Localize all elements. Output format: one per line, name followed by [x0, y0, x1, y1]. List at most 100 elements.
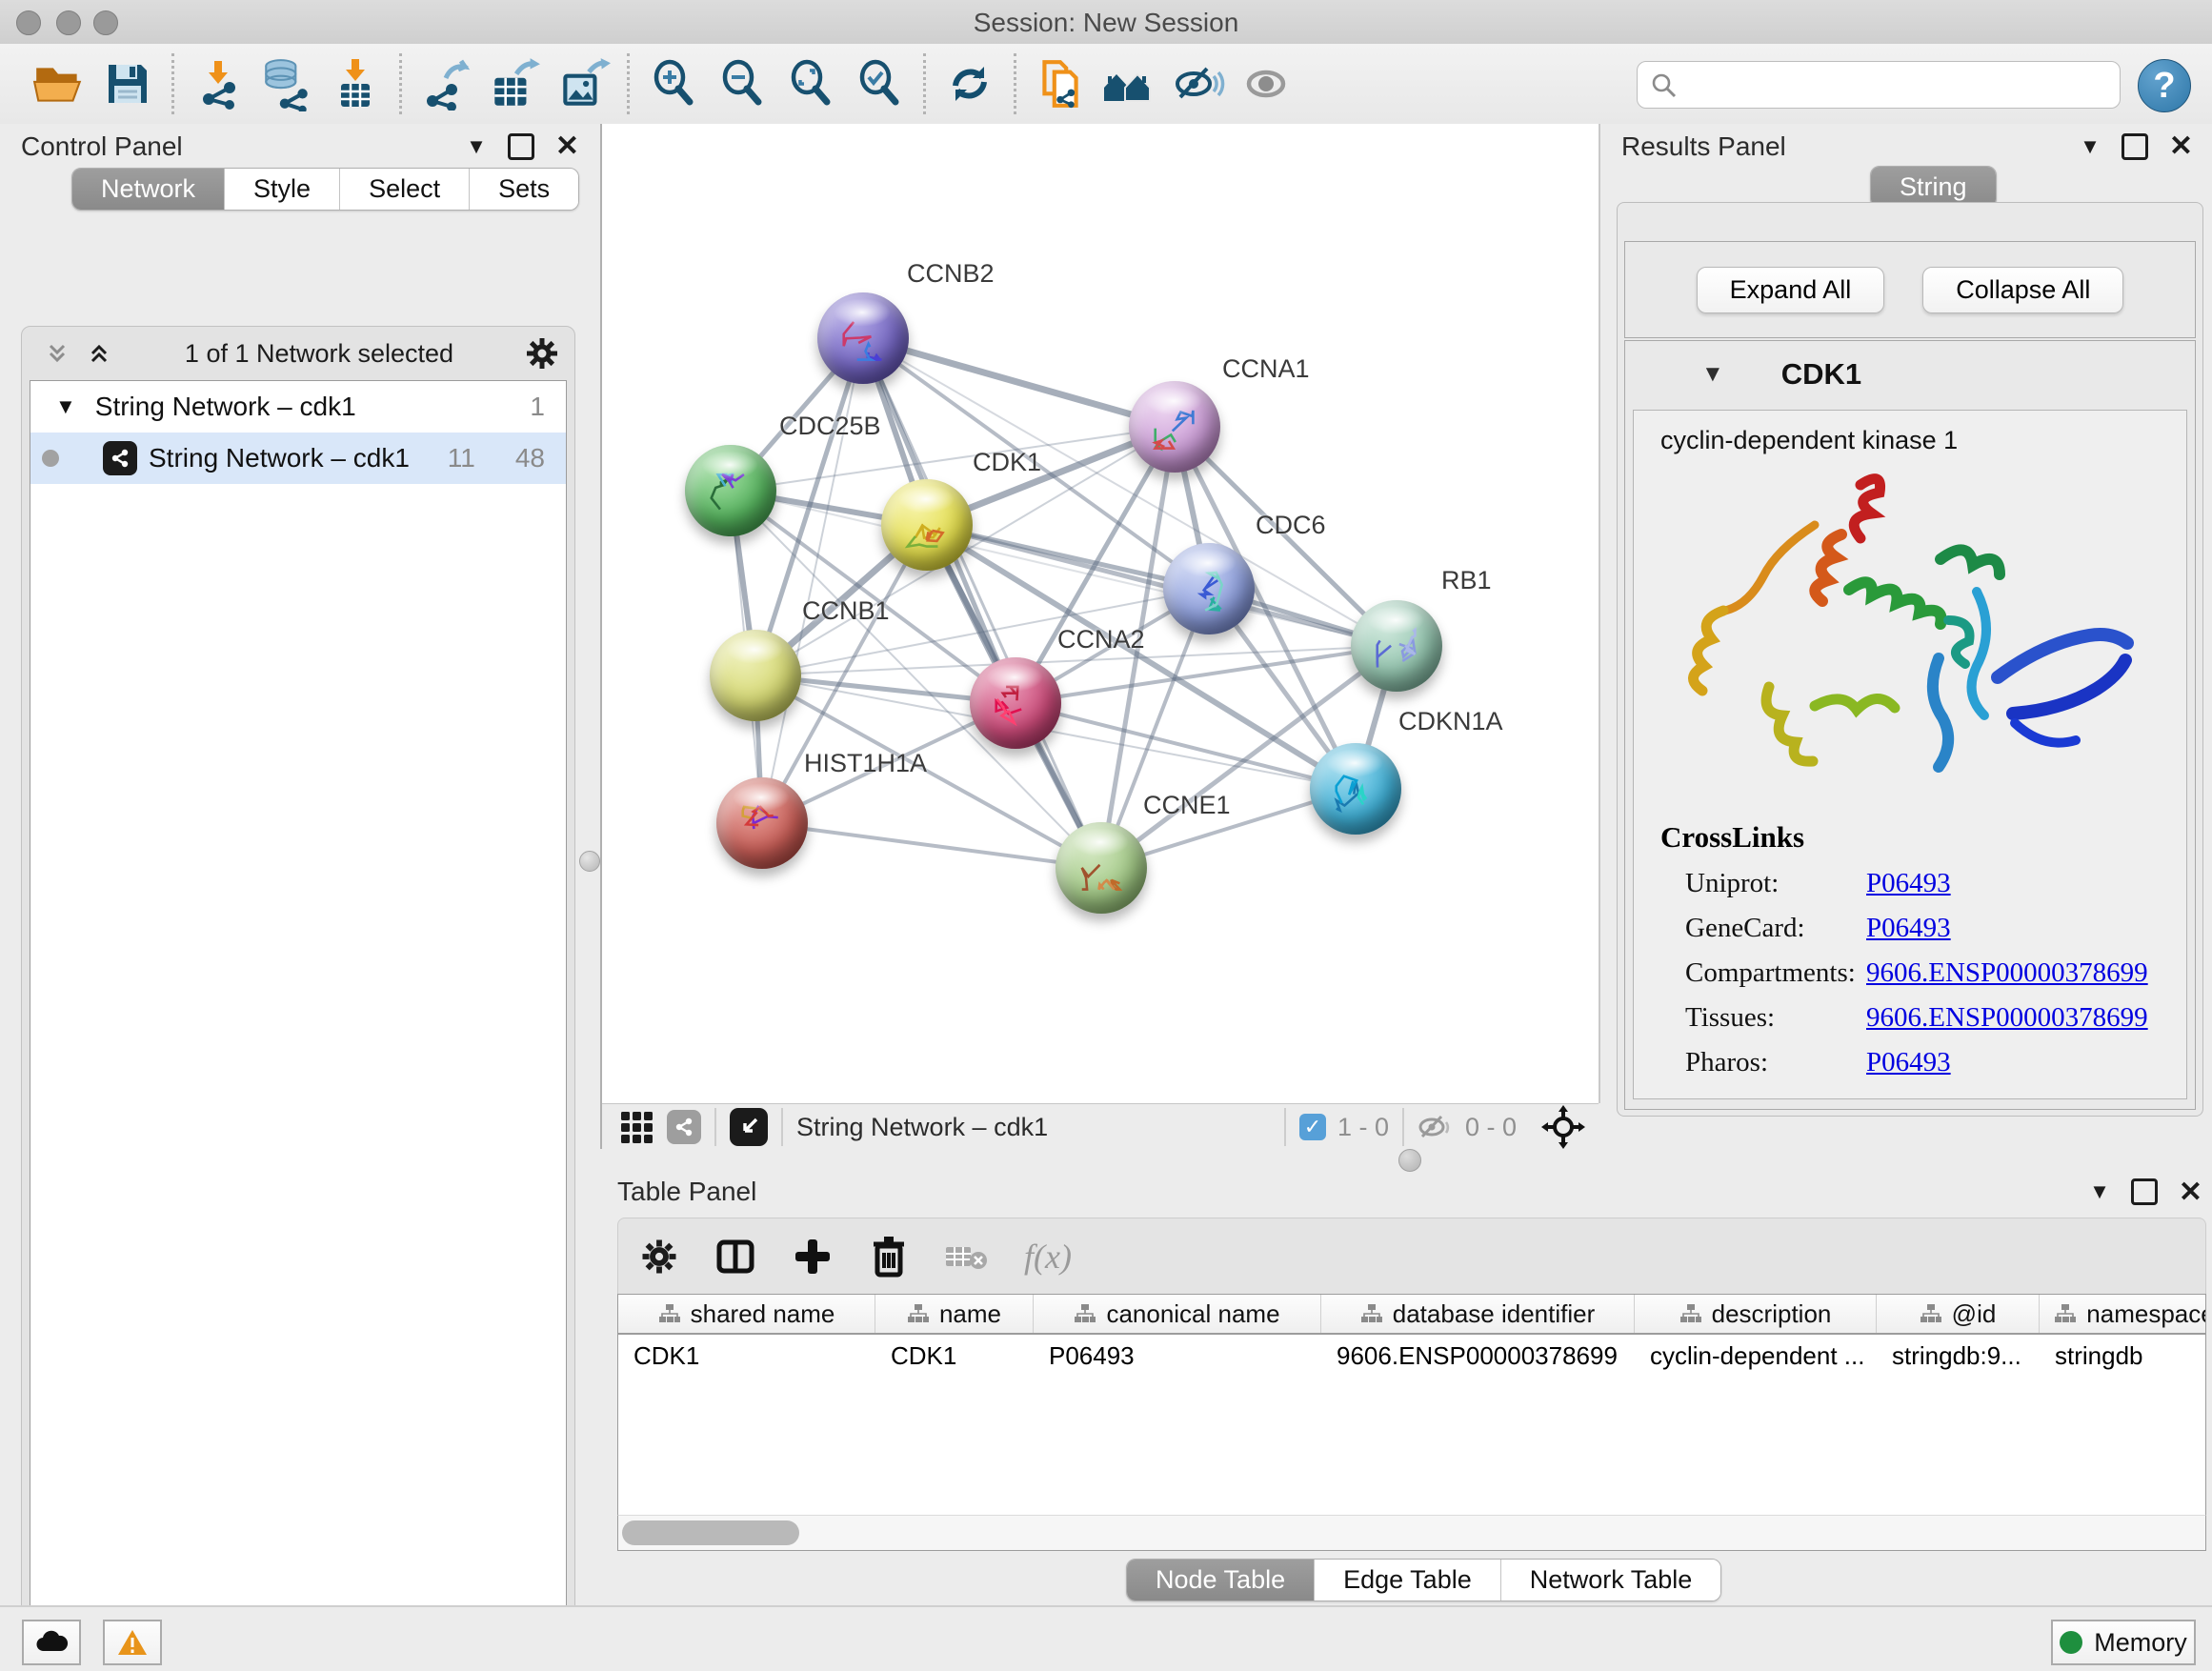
control-panel-float-icon[interactable]: ▼: [466, 134, 487, 159]
table-row[interactable]: CDK1CDK1P064939606.ENSP00000378699cyclin…: [618, 1335, 2205, 1377]
show-selected-button[interactable]: [1232, 50, 1300, 117]
birds-eye-icon[interactable]: [730, 1108, 768, 1146]
edge-CDK1-RB1[interactable]: [927, 525, 1397, 646]
expand-all-button[interactable]: Expand All: [1697, 267, 1885, 313]
column-header-database-identifier[interactable]: database identifier: [1321, 1295, 1635, 1333]
table-cell[interactable]: CDK1: [875, 1341, 1034, 1371]
pan-crosshair-icon[interactable]: [1541, 1105, 1585, 1149]
tab-style[interactable]: Style: [225, 169, 340, 210]
collapse-all-button[interactable]: Collapse All: [1922, 267, 2123, 313]
node-CCNE1[interactable]: [1056, 822, 1147, 914]
import-table-button[interactable]: [321, 50, 390, 117]
cloud-button[interactable]: [22, 1620, 81, 1665]
edge-CCNB2-CCNA1[interactable]: [863, 338, 1175, 427]
warning-button[interactable]: [103, 1620, 162, 1665]
table-cell[interactable]: cyclin-dependent ...: [1635, 1341, 1877, 1371]
table-cell[interactable]: stringdb:9...: [1877, 1341, 2040, 1371]
help-button[interactable]: ?: [2138, 59, 2191, 112]
column-header--id[interactable]: @id: [1877, 1295, 2040, 1333]
save-session-button[interactable]: [93, 50, 162, 117]
export-image-button[interactable]: [549, 50, 617, 117]
import-network-button[interactable]: [184, 50, 252, 117]
gene-collapse-triangle[interactable]: ▼: [1701, 361, 1724, 388]
delete-column-icon[interactable]: [868, 1235, 910, 1278]
results-panel-float-icon[interactable]: ▼: [2080, 134, 2101, 159]
export-table-button[interactable]: [480, 50, 549, 117]
zoom-out-button[interactable]: [708, 50, 776, 117]
refresh-button[interactable]: [935, 50, 1004, 117]
network-options-gear-icon[interactable]: [525, 336, 559, 371]
add-column-icon[interactable]: [792, 1236, 834, 1278]
node-HIST1H1A[interactable]: [716, 777, 808, 869]
node-CDKN1A[interactable]: [1310, 743, 1401, 835]
crosslink-link[interactable]: P06493: [1866, 868, 1951, 899]
search-field[interactable]: [1637, 61, 2121, 109]
node-RB1[interactable]: [1351, 600, 1442, 692]
node-CDC6[interactable]: [1163, 543, 1255, 634]
table-horizontal-scrollbar[interactable]: [617, 1515, 2206, 1551]
table-panel-maximize-icon[interactable]: [2131, 1178, 2158, 1205]
node-CCNB1[interactable]: [710, 630, 801, 721]
tab-network-table[interactable]: Network Table: [1501, 1560, 1721, 1601]
tab-edge-table[interactable]: Edge Table: [1315, 1560, 1501, 1601]
results-panel-maximize-icon[interactable]: [2122, 133, 2148, 160]
hide-selected-button[interactable]: [1163, 50, 1232, 117]
crosslink-link[interactable]: P06493: [1866, 1047, 1951, 1078]
grid-view-icon[interactable]: [619, 1108, 657, 1146]
delete-table-icon[interactable]: [944, 1239, 990, 1274]
table-cell[interactable]: CDK1: [618, 1341, 875, 1371]
column-header-description[interactable]: description: [1635, 1295, 1877, 1333]
node-CCNB2[interactable]: [817, 292, 909, 384]
table-panel-close-icon[interactable]: ✕: [2179, 1176, 2202, 1209]
tab-select[interactable]: Select: [340, 169, 470, 210]
tab-network[interactable]: Network: [72, 169, 225, 210]
export-network-button[interactable]: [412, 50, 480, 117]
open-session-button[interactable]: [25, 50, 93, 117]
edge-HIST1H1A-CCNE1[interactable]: [762, 823, 1101, 868]
table-settings-gear-icon[interactable]: [639, 1237, 679, 1277]
collection-expand-triangle[interactable]: ▼: [55, 394, 76, 419]
apply-function-icon[interactable]: f(x): [1024, 1237, 1072, 1277]
control-panel-close-icon[interactable]: ✕: [555, 130, 579, 163]
node-CDC25B[interactable]: [685, 445, 776, 536]
zoom-fit-button[interactable]: [776, 50, 845, 117]
horizontal-splitter-knob[interactable]: [1398, 1149, 1421, 1172]
crosslink-link[interactable]: P06493: [1866, 913, 1951, 944]
column-header-canonical-name[interactable]: canonical name: [1034, 1295, 1321, 1333]
table-cell[interactable]: P06493: [1034, 1341, 1321, 1371]
network-collection-row[interactable]: ▼ String Network – cdk1 1: [30, 381, 566, 433]
zoom-selected-button[interactable]: [845, 50, 914, 117]
node-CCNA1[interactable]: [1129, 381, 1220, 473]
zoom-in-button[interactable]: [639, 50, 708, 117]
table-panel-float-icon[interactable]: ▼: [2089, 1179, 2110, 1204]
results-panel-close-icon[interactable]: ✕: [2169, 130, 2193, 163]
column-header-name[interactable]: name: [875, 1295, 1034, 1333]
crosslink-link[interactable]: 9606.ENSP00000378699: [1866, 1002, 2148, 1034]
selected-checkbox[interactable]: ✓: [1299, 1114, 1326, 1140]
edge-CCNB2-CCNE1[interactable]: [863, 338, 1101, 868]
expand-all-icon[interactable]: [85, 339, 113, 368]
show-all-networks-button[interactable]: [1095, 50, 1163, 117]
control-panel-maximize-icon[interactable]: [508, 133, 534, 160]
network-row[interactable]: String Network – cdk1 11 48: [30, 433, 566, 484]
node-table[interactable]: shared namenamecanonical namedatabase id…: [617, 1294, 2206, 1517]
crosslink-link[interactable]: 9606.ENSP00000378699: [1866, 957, 2148, 989]
import-network-from-database-button[interactable]: [252, 50, 321, 117]
node-CDK1[interactable]: [881, 479, 973, 571]
memory-button[interactable]: Memory: [2051, 1620, 2196, 1665]
network-view[interactable]: CCNB2CCNA1CDC25BCDK1CDC6RB1CCNB1CCNA2CDK…: [602, 124, 1600, 1103]
column-header-namespace[interactable]: namespace: [2040, 1295, 2206, 1333]
clone-network-button[interactable]: [1026, 50, 1095, 117]
scrollbar-thumb[interactable]: [622, 1520, 799, 1545]
left-splitter-knob[interactable]: [579, 851, 600, 872]
table-cell[interactable]: 9606.ENSP00000378699: [1321, 1341, 1635, 1371]
hidden-eye-icon[interactable]: [1418, 1113, 1454, 1141]
collapse-all-icon[interactable]: [43, 339, 71, 368]
tab-node-table[interactable]: Node Table: [1127, 1560, 1315, 1601]
node-CCNA2[interactable]: [970, 657, 1061, 749]
table-cell[interactable]: stringdb: [2040, 1341, 2206, 1371]
column-header-shared-name[interactable]: shared name: [618, 1295, 875, 1333]
tab-sets[interactable]: Sets: [470, 169, 578, 210]
show-columns-icon[interactable]: [714, 1235, 757, 1278]
string-style-icon[interactable]: [667, 1110, 701, 1144]
